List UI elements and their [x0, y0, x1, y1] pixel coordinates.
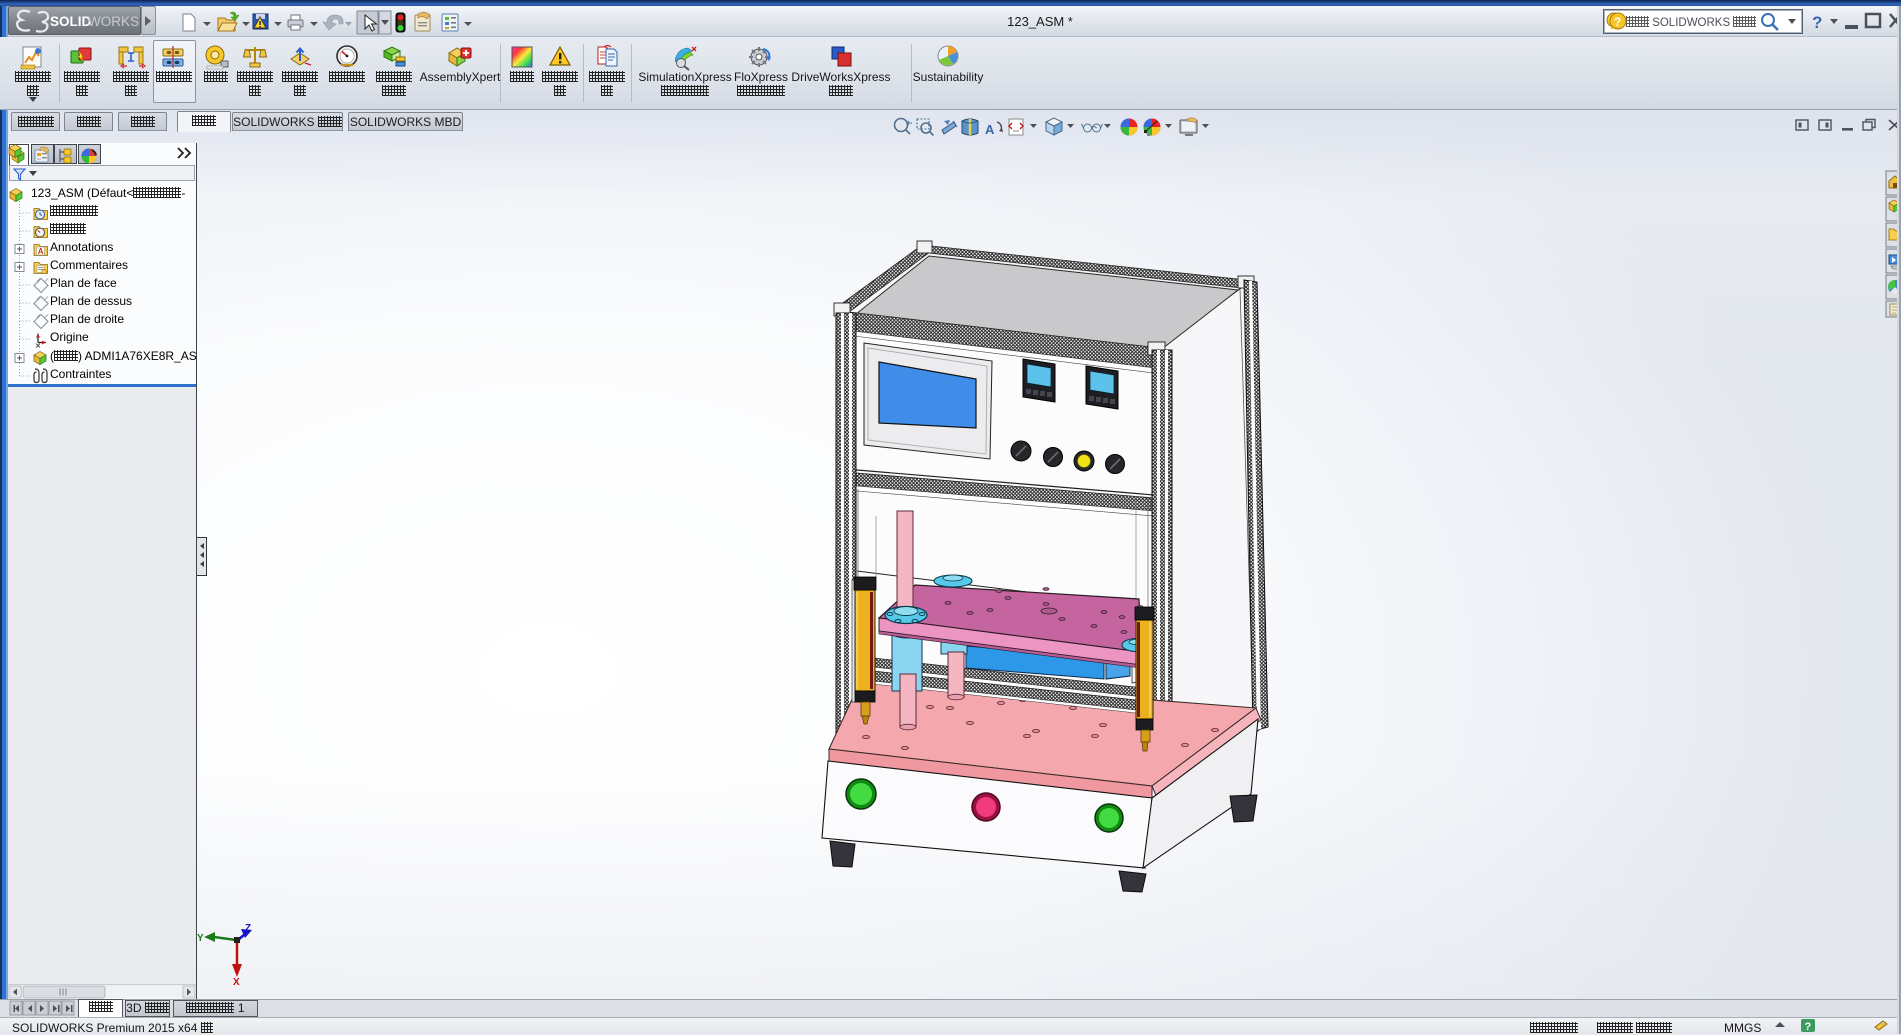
svg-text:Z: Z — [245, 923, 251, 934]
svg-text:X: X — [233, 977, 240, 988]
svg-text:?: ? — [1805, 1021, 1812, 1033]
svg-text:?: ? — [1812, 13, 1822, 32]
svg-text:Y: Y — [197, 933, 204, 944]
svg-text:?: ? — [1614, 15, 1621, 29]
svg-text:A: A — [38, 247, 44, 256]
